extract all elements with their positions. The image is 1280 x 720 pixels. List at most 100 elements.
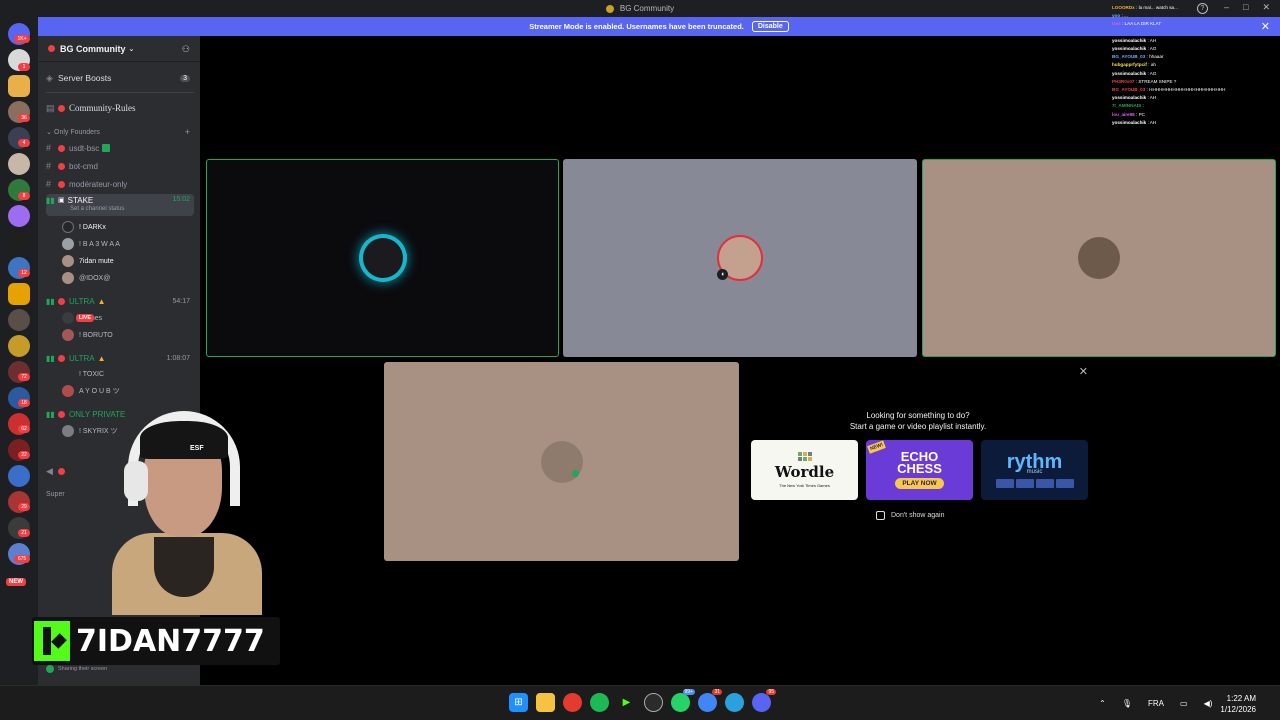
user-name: 7idan mute xyxy=(79,257,114,265)
chat-user: lou_aire98 xyxy=(1112,111,1135,117)
spotify-icon[interactable] xyxy=(590,693,609,712)
language-indicator[interactable]: FRA xyxy=(1148,699,1164,708)
voice-user[interactable]: 7idan mute xyxy=(62,254,114,268)
avatar xyxy=(62,221,74,233)
banner-text: Streamer Mode is enabled. Usernames have… xyxy=(529,22,744,31)
server-icon[interactable] xyxy=(8,309,30,331)
channel-label: modérateur-only xyxy=(69,179,128,189)
video-tile[interactable] xyxy=(384,362,739,561)
discord-badge: 95 xyxy=(766,689,776,695)
red-dot-icon xyxy=(58,162,65,170)
channel-label: usdt-bsc xyxy=(69,143,100,153)
whatsapp-icon[interactable]: 99+ xyxy=(671,689,695,712)
chat-line: hubgapprfytpcif : ah xyxy=(1112,62,1156,68)
server-icon[interactable] xyxy=(8,283,30,305)
dont-show-again-checkbox[interactable]: Don't show again xyxy=(876,511,944,520)
voice-user[interactable]: YounesLIVE xyxy=(62,311,102,325)
channel-usdt-bsc[interactable]: # usdt-bsc xyxy=(46,141,194,155)
chat-user: yossimoalachik xyxy=(1112,46,1147,52)
server-icon[interactable] xyxy=(8,75,30,97)
microphone-icon[interactable]: 🎙 xyxy=(1122,699,1132,708)
chat-line: BG_AYOUB_03 : HHHHHHHHHHHHHHHHHHHHHHH xyxy=(1112,87,1226,93)
server-rail: 1K+ 1 36 4 8 12 72 18 62 22 29 21 675 NE… xyxy=(0,17,38,685)
server-logo-icon xyxy=(605,4,614,13)
file-explorer-icon[interactable] xyxy=(536,693,555,712)
clock-date: 1/12/2026 xyxy=(1220,704,1256,714)
chat-user: yossimoalachik xyxy=(1112,70,1147,76)
server-header[interactable]: BG Community ⌄ ⚇ xyxy=(38,36,200,62)
checkbox-icon[interactable] xyxy=(876,511,885,520)
play-now-button[interactable]: PLAY NOW xyxy=(895,478,944,489)
server-icon[interactable] xyxy=(8,205,30,227)
voice-channel-ultra-2[interactable]: ▮▮ ULTRA ▲ 1:08:07 xyxy=(46,351,194,365)
online-status-icon xyxy=(572,470,579,477)
server-icon[interactable] xyxy=(8,153,30,175)
chat-line: yossimoalachik : AH xyxy=(1112,95,1157,101)
terminal-icon[interactable]: ▶ xyxy=(617,693,636,712)
kick-logo-icon xyxy=(34,621,70,661)
voice-user[interactable]: ! DARKx xyxy=(62,220,106,234)
boost-icon: ◈ xyxy=(46,72,53,83)
chat-message: PC xyxy=(1138,111,1145,117)
voice-user[interactable]: @IDOX@ xyxy=(62,271,110,285)
activity-title-line1: Looking for something to do? xyxy=(866,411,970,420)
red-dot-icon xyxy=(58,467,65,475)
voice-channel-ultra[interactable]: ▮▮ ULTRA ▲ 54:17 xyxy=(46,294,194,308)
deafened-icon: ◖ xyxy=(717,269,728,280)
red-dot-icon xyxy=(58,180,65,188)
voice-stage: ◖ ✕ Looking for something to do? Start a… xyxy=(200,36,1280,685)
add-channel-icon[interactable]: + xyxy=(185,127,190,137)
voice-user[interactable]: ! B A 3 W A A xyxy=(62,237,120,251)
video-tile[interactable]: ◖ xyxy=(563,159,917,357)
webcam-overlay: ESF xyxy=(110,405,290,615)
chevron-up-icon[interactable]: ⌃ xyxy=(1099,699,1106,708)
echo-title-line2: CHESS xyxy=(897,461,942,476)
voice-timer: 15:02 xyxy=(172,196,190,203)
chat-line: yossimoalachik : AH xyxy=(1112,119,1157,125)
disable-streamer-mode-button[interactable]: Disable xyxy=(751,21,789,32)
chat-message: la mal... watch sa... xyxy=(1138,5,1178,10)
close-icon[interactable]: ✕ xyxy=(1079,365,1088,378)
category-label: Only Founders xyxy=(54,128,100,136)
avatar xyxy=(62,312,74,324)
channel-bot-cmd[interactable]: # bot-cmd xyxy=(46,159,194,173)
discord-icon[interactable]: 95 xyxy=(752,689,776,712)
whatsapp-badge: 99+ xyxy=(682,689,695,695)
obs-icon[interactable] xyxy=(644,693,663,712)
server-icon[interactable] xyxy=(8,335,30,357)
window-title: BG Community xyxy=(619,4,675,13)
channel-status[interactable]: Set a channel status xyxy=(70,206,124,212)
chrome-icon[interactable] xyxy=(563,693,582,712)
chat-line: yossimoalachik : AG xyxy=(1112,70,1157,76)
avatar xyxy=(62,255,74,267)
channel-moderateur-only[interactable]: # modérateur-only xyxy=(46,177,194,191)
chat-user: yossimoalachik xyxy=(1112,37,1147,43)
telegram-icon[interactable] xyxy=(725,693,744,712)
volume-icon[interactable]: ◀) xyxy=(1204,699,1213,708)
server-boosts-item[interactable]: ◈ Server Boosts 3 xyxy=(46,71,194,85)
rythm-card[interactable]: rythm music xyxy=(981,440,1088,500)
red-dot-icon xyxy=(58,104,65,112)
windows-start-icon[interactable]: ⊞ xyxy=(509,693,528,712)
network-icon[interactable]: ▭ xyxy=(1180,699,1188,708)
chat-message: AH xyxy=(1149,95,1157,101)
channel-community-rules[interactable]: ▤ Community-Rules xyxy=(46,101,194,115)
category-only-founders[interactable]: ⌄ Only Founders + xyxy=(46,125,194,139)
video-tile[interactable] xyxy=(922,159,1276,357)
voice-user[interactable]: ! TOXIC xyxy=(62,367,104,381)
voice-channel-stake[interactable]: ▮▮ ▣ STAKE 15:02 Set a channel status xyxy=(46,194,194,216)
chrome-profile-icon[interactable]: 31 xyxy=(698,689,722,712)
video-tile[interactable] xyxy=(206,159,559,357)
clock[interactable]: 1:22 AM 1/12/2026 xyxy=(1220,693,1256,715)
chevron-down-icon: ⌄ xyxy=(128,45,135,53)
echo-chess-card[interactable]: NEW! ECHO CHESS PLAY NOW xyxy=(866,440,973,500)
speaker-icon: ◀ xyxy=(46,465,53,476)
server-icon[interactable] xyxy=(8,231,30,253)
streamer-mode-banner: Streamer Mode is enabled. Usernames have… xyxy=(38,17,1280,36)
wordle-card[interactable]: Wordle The New York Times Games xyxy=(751,440,858,500)
voice-user[interactable]: A Y O U B ツ xyxy=(62,384,120,398)
invite-people-icon[interactable]: ⚇ xyxy=(182,44,190,55)
server-icon[interactable] xyxy=(8,465,30,487)
voice-user[interactable]: ! BORUTO xyxy=(62,328,113,342)
chat-message: ... xyxy=(1124,13,1128,19)
